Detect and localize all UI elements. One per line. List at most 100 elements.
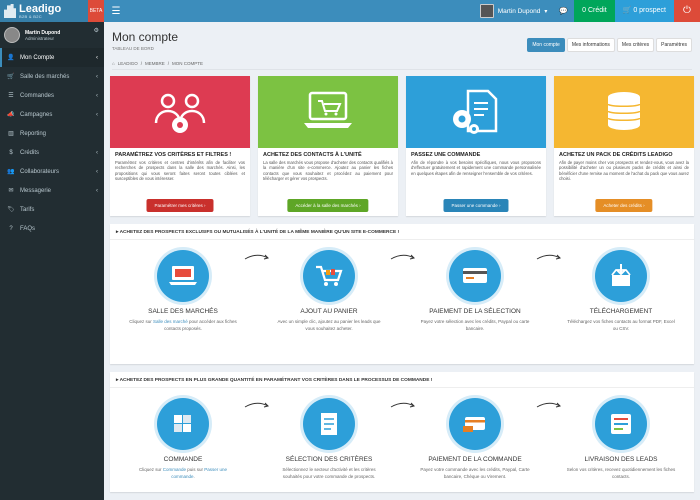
sidebar-user-name: Martin Dupond xyxy=(25,29,61,36)
top-navbar: Leadigo B2B & B2C BETA ☰ Martin Dupond ▾… xyxy=(0,0,700,22)
home-icon: ⌂ xyxy=(112,60,115,66)
sidebar-user-panel: Martin Dupond Administrateur ⚙ xyxy=(0,22,104,48)
step-title: TÉLÉCHARGEMENT xyxy=(589,308,653,315)
page-subtitle: TABLEAU DE BORD xyxy=(112,46,154,51)
section-title-text: ACHETEZ DES PROSPECTS EN PLUS GRANDE QUA… xyxy=(119,378,433,383)
credit-button[interactable]: 0 Crédit xyxy=(574,0,615,22)
card-banner xyxy=(406,76,546,148)
chevron-left-icon: ‹ xyxy=(96,54,98,61)
steps-row: COMMANDE Cliquez sur Commande puis sur P… xyxy=(110,388,694,480)
sidebar-item-collaborateurs[interactable]: 👥 Collaborateurs ‹ xyxy=(0,162,104,181)
cart-icon: 🛒 xyxy=(7,74,15,80)
step-text-pre: Cliquez sur xyxy=(129,319,153,324)
section-commande-quantite: ▸ ACHETEZ DES PROSPECTS EN PLUS GRANDE Q… xyxy=(110,372,694,492)
step-livraison-leads: LIVRAISON DES LEADS Selon vos critères, … xyxy=(548,394,694,480)
step-telechargement: TÉLÉCHARGEMENT Téléchargez vos fiches co… xyxy=(548,246,694,332)
sidebar-item-messagerie[interactable]: ✉ Messagerie ‹ xyxy=(0,181,104,200)
step-text: Selon vos critères, recevez quotidiennem… xyxy=(566,467,676,479)
card-text: La salle des marchés vous propose d'ache… xyxy=(263,160,393,182)
card-banner xyxy=(110,76,250,148)
sidebar-item-commandes[interactable]: ☰ Commandes ‹ xyxy=(0,86,104,105)
section-title-text: ACHETEZ DES PROSPECTS EXCLUSIFS OU MUTUA… xyxy=(119,230,400,235)
card-title: ACHETEZ DES CONTACTS À L'UNITÉ xyxy=(263,152,362,158)
tag-icon: 🏷 xyxy=(7,207,15,213)
sidebar-item-label: Tarifs xyxy=(20,206,35,213)
salle-des-marches-link[interactable]: Salle des marché xyxy=(153,319,188,324)
chat-icon[interactable]: 💬 xyxy=(553,7,574,15)
credit-card-icon xyxy=(449,250,501,302)
megaphone-icon: 📣 xyxy=(7,112,15,118)
money-icon: $ xyxy=(9,149,13,156)
sidebar-item-crédits[interactable]: $ Crédits ‹ xyxy=(0,143,104,162)
sidebar-item-reporting[interactable]: ▥ Reporting xyxy=(0,124,104,143)
credit-label: 0 Crédit xyxy=(582,7,607,14)
sidebar-user-info: Martin Dupond Administrateur xyxy=(25,30,60,41)
brand-name: Leadigo xyxy=(19,2,62,15)
breadcrumb: ⌂ LEADIGO / MEMBRE / MON COMPTE xyxy=(112,60,692,70)
page-header: Mon compte TABLEAU DE BORD Mon compte Me… xyxy=(104,22,700,56)
card-title: PARAMÉTREZ VOS CRITÈRES ET FILTRES ! xyxy=(115,152,232,158)
users-gear-icon xyxy=(154,93,206,133)
acheter-credits-button[interactable]: Acheter des crédits › xyxy=(595,199,653,212)
sidebar-item-label: Campagnes xyxy=(20,111,53,118)
step-selection-criteres: SÉLECTION DES CRITÈRES Sélectionnez le s… xyxy=(256,394,415,480)
question-icon: ? xyxy=(9,225,13,232)
download-box-icon xyxy=(595,250,647,302)
step-ajout-panier: AJOUT AU PANIER Avec un simple clic, ajo… xyxy=(256,246,415,332)
sidebar-item-label: Salle des marchés xyxy=(20,73,70,80)
passer-commande-button[interactable]: Passer une commande › xyxy=(443,199,509,212)
tab-mes-criteres[interactable]: Mes critères xyxy=(616,38,655,52)
page-title: Mon compte xyxy=(112,30,179,44)
top-right-area: Martin Dupond ▾ 💬 0 Crédit 🛒 0 prospect … xyxy=(474,0,700,22)
sidebar-avatar xyxy=(4,27,20,43)
mail-icon: ✉ xyxy=(8,188,14,194)
main-content: Mon compte TABLEAU DE BORD Mon compte Me… xyxy=(104,22,700,500)
sidebar-menu: 👤 Mon Compte ‹ 🛒 Salle des marchés ‹ ☰ Commande… xyxy=(0,48,104,238)
tab-mes-informations[interactable]: Mes informations xyxy=(566,38,615,52)
sidebar-item-label: Collaborateurs xyxy=(20,168,60,175)
parametrer-criteres-button[interactable]: Paramétrer mes critères › xyxy=(146,199,214,212)
tab-parametres[interactable]: Paramètres xyxy=(656,38,692,52)
section-title: ▸ ACHETEZ DES PROSPECTS EN PLUS GRANDE Q… xyxy=(110,372,694,388)
step-title: SÉLECTION DES CRITÈRES xyxy=(285,456,373,463)
step-text: Avec un simple clic, ajoutez au panier l… xyxy=(277,319,381,331)
brand-logo[interactable]: Leadigo B2B & B2C BETA xyxy=(0,0,104,22)
section-title: ▸ ACHETEZ DES PROSPECTS EXCLUSIFS OU MUT… xyxy=(110,224,694,240)
chevron-left-icon: ‹ xyxy=(96,149,98,156)
user-name: Martin Dupond xyxy=(497,7,541,15)
user-dropdown[interactable]: Martin Dupond ▾ xyxy=(474,4,554,18)
sidebar-item-mon-compte[interactable]: 👤 Mon Compte ‹ xyxy=(0,48,104,67)
sidebar-item-faqs[interactable]: ? FAQs xyxy=(0,219,104,238)
steps-row: SALLE DES MARCHÉS Cliquez sur Salle des … xyxy=(110,240,694,332)
user-avatar xyxy=(479,4,494,18)
section-achat-unite: ▸ ACHETEZ DES PROSPECTS EXCLUSIFS OU MUT… xyxy=(110,224,694,364)
card-text: Paramétrez vos critères et centres d'int… xyxy=(115,160,245,182)
tab-mon-compte[interactable]: Mon compte xyxy=(527,38,565,52)
sidebar-item-label: Commandes xyxy=(20,92,55,99)
step-text: Cliquez sur Commande puis sur Passer une… xyxy=(128,466,238,480)
cart-icon: 🛒 xyxy=(622,7,632,14)
chart-icon: ▥ xyxy=(8,131,14,137)
menu-toggle-icon[interactable]: ☰ xyxy=(104,6,128,17)
breadcrumb-item: MON COMPTE xyxy=(172,60,204,66)
prospect-label: 0 prospect xyxy=(633,7,666,14)
gear-icon[interactable]: ⚙ xyxy=(94,27,99,34)
breadcrumb-item[interactable]: LEADIGO xyxy=(118,61,138,66)
logout-power-icon[interactable]: ⏻ xyxy=(674,0,700,22)
button-label: Passer une commande xyxy=(451,203,498,208)
payment-icon xyxy=(449,398,501,450)
prospect-cart-button[interactable]: 🛒 0 prospect xyxy=(614,0,674,22)
breadcrumb-item[interactable]: MEMBRE xyxy=(145,61,165,66)
sidebar-item-campagnes[interactable]: 📣 Campagnes ‹ xyxy=(0,105,104,124)
salle-des-marches-button[interactable]: Accéder à la salle des marchés › xyxy=(287,199,369,212)
sidebar-item-tarifs[interactable]: 🏷 Tarifs xyxy=(0,200,104,219)
sidebar-item-salle-des-marchés[interactable]: 🛒 Salle des marchés ‹ xyxy=(0,67,104,86)
step-paiement-selection: PAIEMENT DE LA SÉLECTION Payez votre sél… xyxy=(402,246,561,332)
checklist-icon xyxy=(303,398,355,450)
step-title: COMMANDE xyxy=(163,456,203,463)
chevron-left-icon: ‹ xyxy=(96,92,98,99)
button-label: Acheter des crédits xyxy=(603,203,642,208)
card-passer-commande: PASSEZ UNE COMMANDE Afin de répondre à v… xyxy=(406,76,546,216)
commande-link[interactable]: Commande xyxy=(163,467,186,472)
action-cards: PARAMÉTREZ VOS CRITÈRES ET FILTRES ! Par… xyxy=(104,70,700,216)
